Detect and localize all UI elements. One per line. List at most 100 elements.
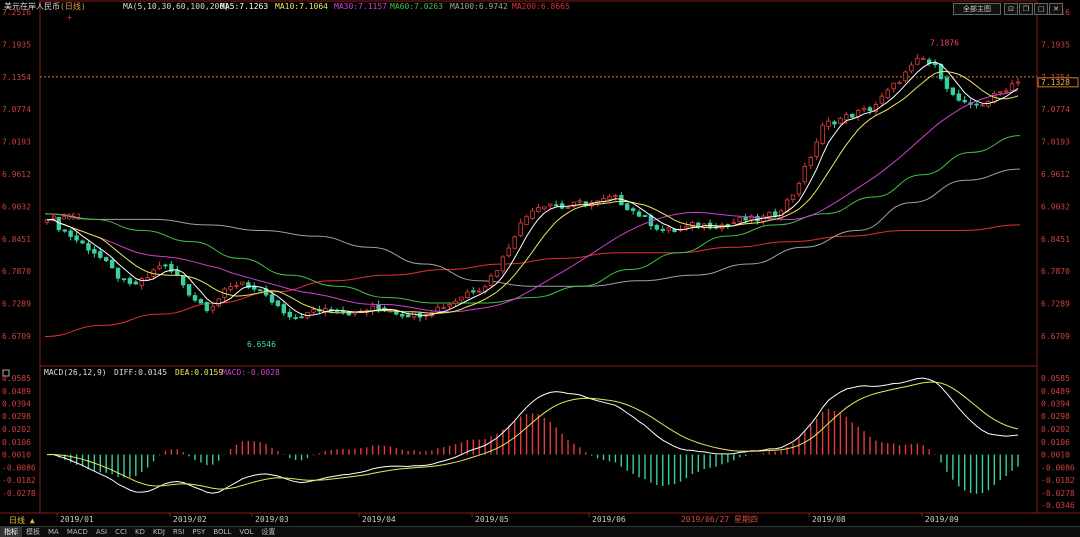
period-label: (日线) — [60, 1, 86, 11]
candle-body — [127, 278, 133, 284]
candle-body — [607, 196, 612, 200]
candle-body — [405, 314, 411, 318]
candle-body — [577, 200, 583, 203]
candle-body — [180, 275, 186, 286]
close-icon[interactable]: ✕ — [1049, 3, 1063, 15]
candle-body — [157, 265, 162, 269]
lock-icon[interactable]: ⊡ — [1004, 3, 1018, 15]
restore-icon[interactable]: ❐ — [1019, 3, 1033, 15]
macd-tick-left-3: 0.0298 — [2, 412, 31, 421]
all-main-chart-button[interactable]: 全部主图 — [953, 3, 1001, 15]
macd-tick-right-4: 0.0202 — [1041, 425, 1070, 434]
macd-tick-right-3: 0.0298 — [1041, 412, 1070, 421]
candle-body — [163, 264, 168, 267]
price-tick-left-3: 7.0774 — [2, 105, 31, 114]
candle-body — [311, 309, 316, 313]
candle-body — [506, 247, 512, 257]
candle-body — [909, 64, 914, 72]
candle-body — [210, 306, 215, 311]
candle-body — [944, 77, 950, 89]
candle-body — [68, 230, 73, 237]
candle-body — [654, 224, 660, 230]
price-tick-left-5: 6.9612 — [2, 170, 31, 179]
candle-body — [121, 278, 127, 281]
candle-body — [1015, 81, 1021, 84]
candle-body — [820, 124, 825, 144]
candle-body — [175, 269, 180, 276]
candle-body — [447, 304, 452, 307]
candle-body — [636, 211, 642, 217]
macd-hist-value: MACD:-0.0028 — [222, 368, 280, 377]
macd-tick-right-8: -0.0182 — [1041, 476, 1075, 485]
macd-tick-left-2: 0.0394 — [2, 399, 31, 408]
price-tick-left-2: 7.1354 — [2, 73, 31, 82]
macd-params-label: MACD(26,12,9) — [44, 368, 107, 377]
candle-body — [192, 295, 198, 301]
candle-body — [281, 304, 287, 314]
kline-chart[interactable]: 美元在岸人民币 (日线) MA(5,10,30,60,100,200)MA5:7.1… — [0, 0, 1080, 526]
candle-body — [802, 165, 808, 183]
candle-body — [850, 113, 855, 118]
macd-tick-right-1: 0.0489 — [1041, 387, 1070, 396]
price-tick-left-0: 7.2516 — [2, 8, 31, 17]
candle-body — [257, 289, 263, 292]
ma-value-3: MA60:7.0263 — [390, 2, 443, 11]
candle-body — [62, 229, 67, 232]
candle-body — [861, 108, 867, 111]
macd-tick-left-4: 0.0202 — [2, 425, 31, 434]
candle-body — [980, 104, 985, 107]
time-label-5: 2019/06 — [592, 515, 626, 524]
candle-body — [844, 114, 849, 121]
candle-body — [956, 93, 961, 101]
candle-body — [808, 157, 813, 166]
maximize-icon[interactable]: □ — [1034, 3, 1048, 15]
time-label-0: 2019/01 — [60, 515, 94, 524]
candle-body — [92, 248, 97, 254]
candle-body — [115, 267, 121, 279]
candle-body — [216, 298, 221, 307]
candle-body — [542, 206, 547, 210]
ma10-line — [46, 70, 1019, 314]
candle-body — [477, 290, 482, 293]
macd-tick-left-8: -0.0182 — [2, 476, 36, 485]
candle-body — [915, 57, 920, 65]
candle-body — [512, 236, 517, 249]
candle-body — [198, 299, 204, 304]
price-tick-left-10: 6.6709 — [2, 332, 31, 341]
high-annotation: 7.1876 — [930, 39, 959, 48]
macd-tick-right-0: 0.0585 — [1041, 374, 1070, 383]
price-tick-left-4: 7.0193 — [2, 138, 31, 147]
time-label-6: 2019/08 — [812, 515, 846, 524]
cursor-date-label: 2019/06/27 星期四 — [681, 515, 758, 524]
candle-body — [530, 210, 535, 219]
candle-body — [459, 296, 464, 301]
price-tick-right-6: 6.9032 — [1041, 202, 1070, 211]
candle-body — [796, 183, 802, 195]
ma-value-5: MA200:6.8665 — [512, 2, 570, 11]
candle-body — [630, 208, 636, 212]
candle-body — [879, 95, 885, 104]
macd-tick-right-6: 0.0010 — [1041, 451, 1070, 460]
candle-body — [1009, 83, 1015, 91]
time-label-7: 2019/09 — [925, 515, 959, 524]
macd-tick-left-0: 0.0585 — [2, 374, 31, 383]
candle-body — [204, 302, 210, 311]
macd-tick-right-7: -0.0086 — [1041, 463, 1075, 472]
price-tick-right-9: 6.7289 — [1041, 300, 1070, 309]
macd-tick-right-9: -0.0278 — [1041, 489, 1075, 498]
candle-body — [790, 194, 796, 201]
candle-body — [1003, 90, 1009, 93]
time-label-2: 2019/03 — [255, 515, 289, 524]
macd-tick-left-9: -0.0278 — [2, 489, 36, 498]
candle-body — [684, 225, 689, 229]
macd-tick-right-bottom: -0.0346 — [1041, 501, 1075, 510]
candle-body — [240, 281, 245, 285]
candle-body — [903, 71, 908, 82]
candle-body — [725, 224, 731, 226]
candle-body — [565, 207, 571, 209]
candle-body — [74, 235, 79, 241]
price-tick-right-3: 7.0774 — [1041, 105, 1070, 114]
candle-body — [465, 291, 470, 298]
candle-body — [672, 229, 677, 232]
price-tick-left-1: 7.1935 — [2, 40, 31, 49]
